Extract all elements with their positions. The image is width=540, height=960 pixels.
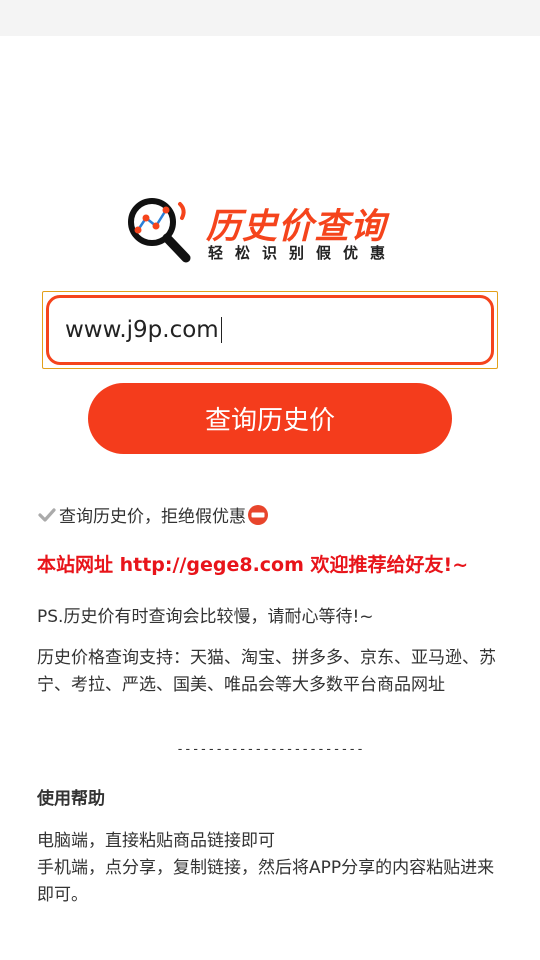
text-caret <box>220 317 223 343</box>
query-history-price-button[interactable]: 查询历史价 <box>88 383 452 454</box>
magnifier-chart-icon <box>128 198 191 263</box>
divider: ------------------------ <box>176 742 364 757</box>
ps-note: PS.历史价有时查询会比较慢，请耐心等待!~ <box>37 607 374 627</box>
tagline: 查询历史价，拒绝假优惠 <box>37 502 269 527</box>
site-url-notice: 本站网址 http://gege8.com 欢迎推荐给好友!~ <box>37 554 469 576</box>
help-mobile-text: 手机端，点分享，复制链接，然后将APP分享的内容粘贴进来即可。 <box>37 858 495 905</box>
help-text: 电脑端，直接粘贴商品链接即可 手机端，点分享，复制链接，然后将APP分享的内容粘… <box>37 828 509 909</box>
check-icon <box>38 507 56 522</box>
status-bar <box>0 0 540 36</box>
help-pc-text: 电脑端，直接粘贴商品链接即可 <box>37 831 275 851</box>
no-entry-icon <box>248 504 268 525</box>
tagline-text: 查询历史价，拒绝假优惠 <box>59 507 246 527</box>
supported-platforms: 历史价格查询支持：天猫、淘宝、拼多多、京东、亚马逊、苏宁、考拉、严选、国美、唯品… <box>37 648 496 695</box>
help-title: 使用帮助 <box>37 789 105 809</box>
logo-subtitle: 轻松识别假优惠 <box>208 244 398 262</box>
logo: 历史价查询 轻松识别假优惠 <box>124 196 414 268</box>
url-input-focus-ring: www.j9p.com <box>42 291 498 369</box>
url-input-value: www.j9p.com <box>65 317 219 343</box>
url-input[interactable]: www.j9p.com <box>46 295 494 365</box>
